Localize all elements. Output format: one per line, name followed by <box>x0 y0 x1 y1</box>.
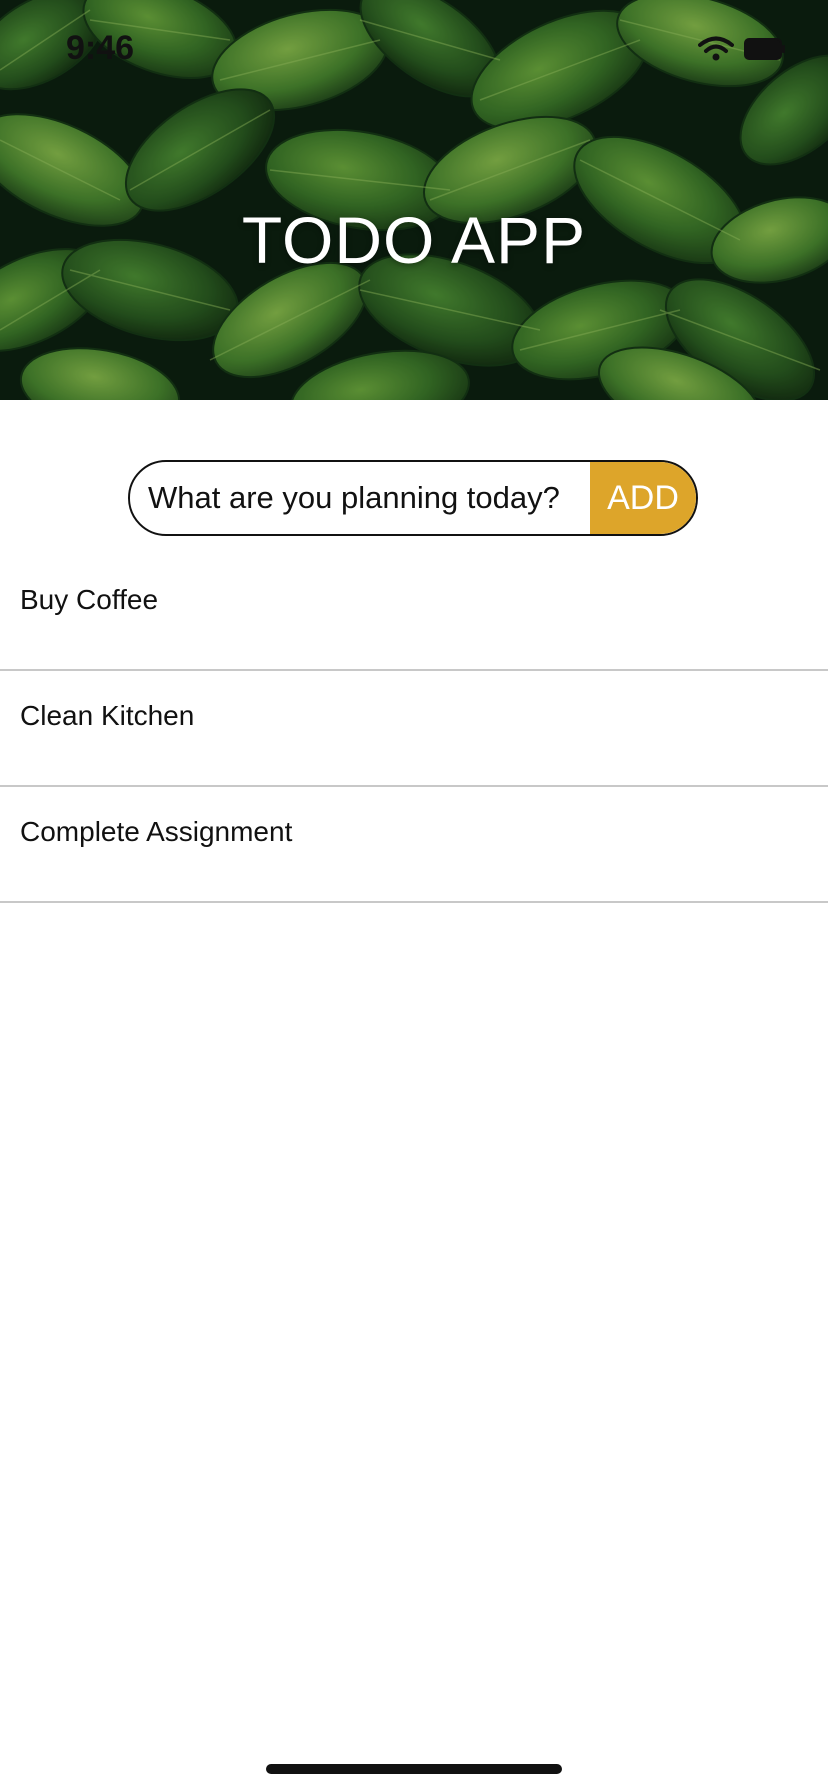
list-item[interactable]: Complete Assignment <box>0 787 828 903</box>
list-item[interactable]: Clean Kitchen <box>0 671 828 787</box>
add-todo-bar: ADD <box>128 460 698 536</box>
battery-icon <box>744 38 785 60</box>
todo-screen: 9:46 TODO APP ADD Buy Coffee Clean Kitch… <box>0 0 828 1792</box>
home-indicator[interactable] <box>266 1764 562 1774</box>
list-item-label: Clean Kitchen <box>20 700 195 731</box>
add-button[interactable]: ADD <box>590 462 696 534</box>
list-item[interactable]: Buy Coffee <box>0 555 828 671</box>
list-item-label: Complete Assignment <box>20 816 293 847</box>
todo-list: Buy Coffee Clean Kitchen Complete Assign… <box>0 555 828 903</box>
status-time: 9:46 <box>66 29 135 67</box>
app-title: TODO APP <box>241 203 587 277</box>
todo-input[interactable] <box>130 462 590 534</box>
wifi-icon <box>698 36 734 61</box>
header-banner: 9:46 TODO APP <box>0 0 828 400</box>
list-item-label: Buy Coffee <box>20 584 159 615</box>
